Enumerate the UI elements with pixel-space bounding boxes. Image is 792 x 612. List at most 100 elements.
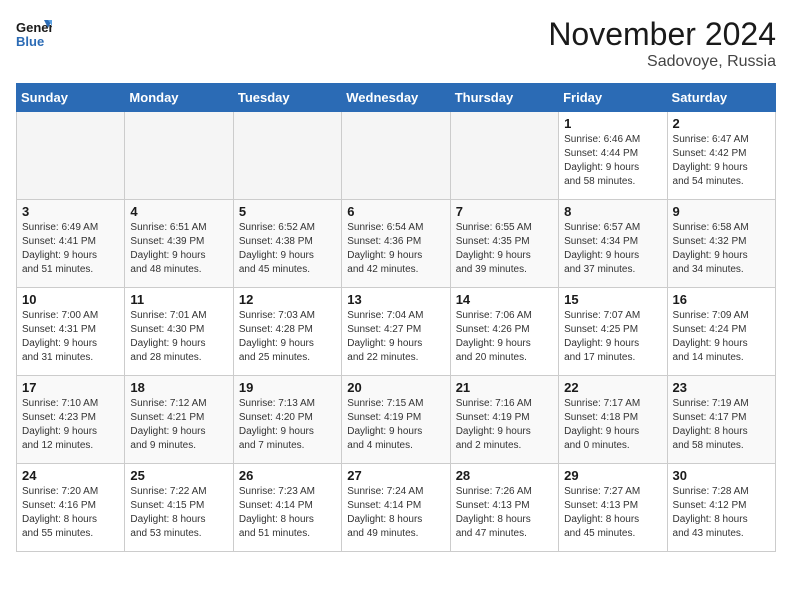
title-block: November 2024 Sadovoye, Russia [548, 16, 776, 71]
day-info: Sunrise: 6:57 AM Sunset: 4:34 PM Dayligh… [564, 221, 661, 277]
day-info: Sunrise: 7:28 AM Sunset: 4:12 PM Dayligh… [673, 485, 770, 541]
day-number: 27 [347, 468, 444, 483]
day-number: 10 [22, 292, 119, 307]
day-number: 26 [239, 468, 336, 483]
day-info: Sunrise: 7:20 AM Sunset: 4:16 PM Dayligh… [22, 485, 119, 541]
header-tuesday: Tuesday [233, 84, 341, 112]
day-number: 30 [673, 468, 770, 483]
day-cell [17, 112, 125, 200]
week-row-3: 10 Sunrise: 7:00 AM Sunset: 4:31 PM Dayli… [17, 288, 776, 376]
day-cell: 3 Sunrise: 6:49 AM Sunset: 4:41 PM Daylig… [17, 200, 125, 288]
days-header-row: SundayMondayTuesdayWednesdayThursdayFrid… [17, 84, 776, 112]
day-info: Sunrise: 7:06 AM Sunset: 4:26 PM Dayligh… [456, 309, 553, 365]
day-info: Sunrise: 7:16 AM Sunset: 4:19 PM Dayligh… [456, 397, 553, 453]
day-cell: 20 Sunrise: 7:15 AM Sunset: 4:19 PM Dayli… [342, 376, 450, 464]
day-cell: 19Sunrise: 7:13 AM Sunset: 4:20 PM Dayli… [233, 376, 341, 464]
day-number: 22 [564, 380, 661, 395]
day-cell: 21 Sunrise: 7:16 AM Sunset: 4:19 PM Dayli… [450, 376, 558, 464]
day-info: Sunrise: 7:22 AM Sunset: 4:15 PM Dayligh… [130, 485, 227, 541]
month-title: November 2024 [548, 16, 776, 53]
day-cell: 4Sunrise: 6:51 AM Sunset: 4:39 PM Daylig… [125, 200, 233, 288]
day-cell: 28 Sunrise: 7:26 AM Sunset: 4:13 PM Dayli… [450, 464, 558, 552]
day-number: 24 [22, 468, 119, 483]
day-number: 7 [456, 204, 553, 219]
day-cell: 22 Sunrise: 7:17 AM Sunset: 4:18 PM Dayli… [559, 376, 667, 464]
week-row-5: 24 Sunrise: 7:20 AM Sunset: 4:16 PM Dayli… [17, 464, 776, 552]
day-cell: 5 Sunrise: 6:52 AM Sunset: 4:38 PM Daylig… [233, 200, 341, 288]
day-number: 18 [130, 380, 227, 395]
day-cell: 7 Sunrise: 6:55 AM Sunset: 4:35 PM Daylig… [450, 200, 558, 288]
day-info: Sunrise: 6:52 AM Sunset: 4:38 PM Dayligh… [239, 221, 336, 277]
day-info: Sunrise: 6:47 AM Sunset: 4:42 PM Dayligh… [673, 133, 770, 189]
day-info: Sunrise: 7:19 AM Sunset: 4:17 PM Dayligh… [673, 397, 770, 453]
day-info: Sunrise: 7:27 AM Sunset: 4:13 PM Dayligh… [564, 485, 661, 541]
day-number: 11 [130, 292, 227, 307]
day-cell: 24 Sunrise: 7:20 AM Sunset: 4:16 PM Dayli… [17, 464, 125, 552]
day-info: Sunrise: 7:15 AM Sunset: 4:19 PM Dayligh… [347, 397, 444, 453]
logo: General Blue [16, 16, 52, 52]
day-cell: 17Sunrise: 7:10 AM Sunset: 4:23 PM Dayli… [17, 376, 125, 464]
day-number: 5 [239, 204, 336, 219]
day-cell: 10 Sunrise: 7:00 AM Sunset: 4:31 PM Dayli… [17, 288, 125, 376]
day-cell: 30 Sunrise: 7:28 AM Sunset: 4:12 PM Dayli… [667, 464, 775, 552]
day-number: 28 [456, 468, 553, 483]
day-info: Sunrise: 7:24 AM Sunset: 4:14 PM Dayligh… [347, 485, 444, 541]
day-cell: 23 Sunrise: 7:19 AM Sunset: 4:17 PM Dayli… [667, 376, 775, 464]
day-cell: 13Sunrise: 7:04 AM Sunset: 4:27 PM Dayli… [342, 288, 450, 376]
day-number: 14 [456, 292, 553, 307]
day-info: Sunrise: 6:55 AM Sunset: 4:35 PM Dayligh… [456, 221, 553, 277]
day-cell: 9 Sunrise: 6:58 AM Sunset: 4:32 PM Daylig… [667, 200, 775, 288]
day-info: Sunrise: 7:00 AM Sunset: 4:31 PM Dayligh… [22, 309, 119, 365]
day-cell: 2 Sunrise: 6:47 AM Sunset: 4:42 PM Daylig… [667, 112, 775, 200]
day-number: 23 [673, 380, 770, 395]
day-info: Sunrise: 7:23 AM Sunset: 4:14 PM Dayligh… [239, 485, 336, 541]
day-number: 6 [347, 204, 444, 219]
header-saturday: Saturday [667, 84, 775, 112]
header-sunday: Sunday [17, 84, 125, 112]
logo-icon: General Blue [16, 16, 52, 52]
day-info: Sunrise: 7:26 AM Sunset: 4:13 PM Dayligh… [456, 485, 553, 541]
day-number: 4 [130, 204, 227, 219]
day-info: Sunrise: 7:03 AM Sunset: 4:28 PM Dayligh… [239, 309, 336, 365]
day-cell: 11Sunrise: 7:01 AM Sunset: 4:30 PM Dayli… [125, 288, 233, 376]
day-info: Sunrise: 7:12 AM Sunset: 4:21 PM Dayligh… [130, 397, 227, 453]
day-number: 25 [130, 468, 227, 483]
day-info: Sunrise: 7:07 AM Sunset: 4:25 PM Dayligh… [564, 309, 661, 365]
day-info: Sunrise: 6:58 AM Sunset: 4:32 PM Dayligh… [673, 221, 770, 277]
day-cell: 16Sunrise: 7:09 AM Sunset: 4:24 PM Dayli… [667, 288, 775, 376]
day-cell: 29Sunrise: 7:27 AM Sunset: 4:13 PM Dayli… [559, 464, 667, 552]
header-monday: Monday [125, 84, 233, 112]
day-number: 1 [564, 116, 661, 131]
day-number: 3 [22, 204, 119, 219]
day-info: Sunrise: 6:54 AM Sunset: 4:36 PM Dayligh… [347, 221, 444, 277]
day-number: 21 [456, 380, 553, 395]
calendar-table: SundayMondayTuesdayWednesdayThursdayFrid… [16, 83, 776, 552]
day-cell: 1 Sunrise: 6:46 AM Sunset: 4:44 PM Daylig… [559, 112, 667, 200]
day-cell: 8 Sunrise: 6:57 AM Sunset: 4:34 PM Daylig… [559, 200, 667, 288]
day-cell: 18 Sunrise: 7:12 AM Sunset: 4:21 PM Dayli… [125, 376, 233, 464]
day-number: 20 [347, 380, 444, 395]
day-info: Sunrise: 6:49 AM Sunset: 4:41 PM Dayligh… [22, 221, 119, 277]
day-number: 15 [564, 292, 661, 307]
header-wednesday: Wednesday [342, 84, 450, 112]
day-number: 16 [673, 292, 770, 307]
day-number: 17 [22, 380, 119, 395]
week-row-4: 17Sunrise: 7:10 AM Sunset: 4:23 PM Dayli… [17, 376, 776, 464]
day-cell: 25 Sunrise: 7:22 AM Sunset: 4:15 PM Dayli… [125, 464, 233, 552]
day-cell [233, 112, 341, 200]
header-friday: Friday [559, 84, 667, 112]
svg-text:Blue: Blue [16, 34, 44, 49]
day-cell: 6 Sunrise: 6:54 AM Sunset: 4:36 PM Daylig… [342, 200, 450, 288]
day-number: 12 [239, 292, 336, 307]
day-number: 2 [673, 116, 770, 131]
day-number: 8 [564, 204, 661, 219]
day-info: Sunrise: 6:46 AM Sunset: 4:44 PM Dayligh… [564, 133, 661, 189]
page-header: General Blue November 2024 Sadovoye, Rus… [16, 16, 776, 71]
day-cell [450, 112, 558, 200]
day-info: Sunrise: 7:17 AM Sunset: 4:18 PM Dayligh… [564, 397, 661, 453]
day-cell [342, 112, 450, 200]
day-number: 13 [347, 292, 444, 307]
header-thursday: Thursday [450, 84, 558, 112]
day-number: 9 [673, 204, 770, 219]
day-cell: 26 Sunrise: 7:23 AM Sunset: 4:14 PM Dayli… [233, 464, 341, 552]
